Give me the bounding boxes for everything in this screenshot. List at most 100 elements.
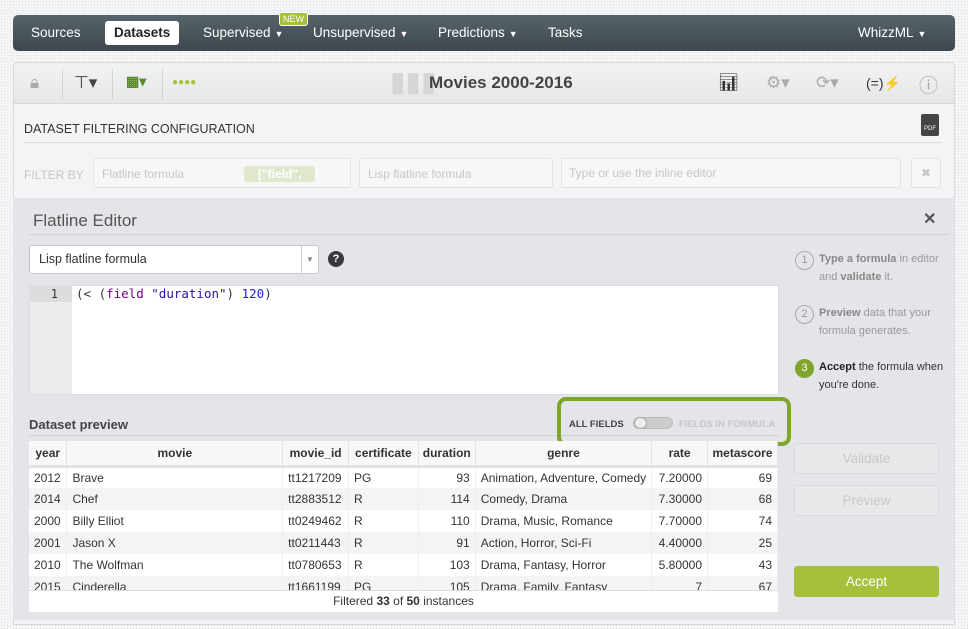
line-gutter: 1 — [30, 286, 72, 394]
pdf-icon[interactable]: PDF — [921, 114, 939, 136]
nav-whizzml[interactable]: WhizzML ▼ — [858, 15, 926, 51]
nav-label: WhizzML — [858, 25, 914, 40]
column-header-rate[interactable]: rate — [651, 441, 709, 468]
nav-supervised[interactable]: Supervised ▼ — [203, 15, 283, 51]
nav-label: Unsupervised — [313, 25, 396, 40]
table-cell: tt1217209 — [282, 466, 350, 488]
divider — [29, 234, 949, 235]
column-header-movie_id[interactable]: movie_id — [282, 441, 350, 468]
footer-text: of — [389, 594, 407, 608]
divider — [162, 69, 163, 99]
caret-down-icon: ▼ — [508, 29, 518, 39]
lightning-cycle-icon[interactable]: ⟳▾ — [816, 73, 839, 93]
nav-tasks[interactable]: Tasks — [548, 15, 583, 51]
preview-button[interactable]: Preview — [794, 485, 939, 516]
divider — [62, 69, 63, 99]
table-cell: tt2883512 — [282, 488, 350, 510]
column-header-metascore[interactable]: metascore — [707, 441, 778, 468]
code-string: "duration" — [151, 286, 227, 301]
lisp-select[interactable]: Lisp flatline formula — [359, 158, 553, 188]
nav-sources[interactable]: Sources — [31, 15, 81, 51]
table-row: 2001 Jason Xtt0211443 R 91 Action, Horror, S… — [29, 532, 778, 554]
formula-type-select[interactable]: Flatline formula ["field", — [93, 158, 351, 188]
table-cell: tt0249462 — [282, 510, 350, 532]
step-number: 2 — [795, 305, 814, 324]
model-tree-icon[interactable]: ⊤▾ — [74, 73, 97, 93]
flatline-icon[interactable]: (=)⚡ — [866, 75, 901, 92]
lock-icon[interactable]: 🔒︎ — [30, 73, 39, 93]
column-header-duration[interactable]: duration — [418, 441, 476, 468]
nav-datasets[interactable]: Datasets — [105, 21, 180, 45]
code-editor[interactable]: 1 (< (field "duration") 120) — [29, 285, 779, 395]
table-cell: 2001 — [29, 532, 68, 554]
table-cell: tt0780653 — [282, 554, 350, 576]
table-cell: Drama, Music, Romance — [475, 510, 653, 532]
table-row: 2000 Billy Elliot tt0249462 R 110 Drama, Musi… — [29, 510, 778, 532]
divider — [112, 69, 113, 99]
code-line[interactable]: (< (field "duration") 120) — [76, 286, 272, 302]
step-3: 3 Accept the formula when you're done. — [795, 358, 945, 394]
table-cell: 69 — [707, 466, 778, 488]
line-number: 1 — [30, 286, 72, 302]
caret-down-icon: ▼ — [917, 29, 927, 39]
step-1: 1 Type a formula in editor and validate i… — [795, 250, 945, 286]
table-cell: 2012 — [29, 466, 68, 488]
column-header-certificate[interactable]: certificate — [348, 441, 419, 468]
code-token: ) — [226, 286, 242, 301]
table-cell: Action, Horror, Sci-Fi — [475, 532, 653, 554]
table-cell: 4.40000 — [651, 532, 709, 554]
column-header-year[interactable]: year — [29, 441, 68, 468]
dataset-title: Movies 2000-2016 — [429, 73, 573, 92]
table-cell: 2000 — [29, 510, 68, 532]
table-cell: 74 — [707, 510, 778, 532]
info-icon[interactable]: ⓘ — [919, 71, 938, 98]
table-cell: R — [348, 510, 419, 532]
column-header-genre[interactable]: genre — [475, 441, 653, 468]
table-cell: R — [348, 488, 419, 510]
validate-button[interactable]: Validate — [794, 443, 939, 474]
filtered-count-value: 33 — [376, 594, 390, 608]
formula-language-select[interactable]: Lisp flatline formula ▼ — [29, 245, 319, 274]
nav-predictions[interactable]: Predictions ▼ — [438, 15, 518, 51]
table-cell: R — [348, 532, 419, 554]
inline-formula-input[interactable]: Type or use the inline editor — [561, 158, 901, 188]
table-cell: 2014 — [29, 488, 68, 510]
help-icon[interactable]: ? — [328, 251, 344, 267]
nav-label: Supervised — [203, 25, 271, 40]
filter-by-label: FILTER BY — [24, 168, 84, 182]
chart-gear-icon[interactable]: 📊︎ — [718, 73, 740, 93]
table-cell: R — [348, 554, 419, 576]
table-cell: PG — [348, 466, 419, 488]
section-title: DATASET FILTERING CONFIGURATION — [24, 122, 255, 136]
dataset-fields-icon[interactable]: ▦▾ — [126, 73, 146, 90]
footer-text: Filtered — [333, 594, 377, 608]
table-cell: 2010 — [29, 554, 68, 576]
gears-icon[interactable]: ⚙▾ — [766, 73, 790, 93]
close-icon[interactable]: ✕ — [923, 209, 936, 229]
table-cell: Animation, Adventure, Comedy — [475, 466, 653, 488]
resource-toolbar: 🔒︎ ⊤▾ ▦▾ ●●●● ▮▮▮ Movies 2000-2016 📊︎ ⚙▾… — [13, 62, 955, 104]
nav-unsupervised[interactable]: Unsupervised ▼ — [313, 15, 408, 51]
table-cell: 91 — [418, 532, 476, 554]
footer-text: instances — [419, 594, 474, 608]
column-header-movie[interactable]: movie — [66, 441, 284, 468]
table-cell: 7.30000 — [651, 488, 709, 510]
table-cell: Chef — [66, 488, 284, 510]
table-cell: tt0211443 — [282, 532, 350, 554]
table-cell: Brave — [66, 466, 284, 488]
accept-button[interactable]: Accept — [794, 566, 939, 597]
table-cell: 25 — [707, 532, 778, 554]
nav-label: Predictions — [438, 25, 505, 40]
highlight-box — [557, 397, 791, 446]
table-cell: 110 — [418, 510, 476, 532]
dataset-preview-label: Dataset preview — [29, 417, 128, 432]
select-value: Flatline formula — [102, 167, 185, 181]
table-cell: Billy Elliot — [66, 510, 284, 532]
clear-icon[interactable]: ✖ — [911, 158, 941, 188]
top-navbar: Sources Datasets Supervised ▼ NEW Unsuper… — [13, 12, 955, 51]
table-row: 2014 Chef tt2883512 R 114 Comedy, Drama 7.3000… — [29, 488, 778, 510]
table-cell: 7.70000 — [651, 510, 709, 532]
caret-down-icon: ▼ — [301, 246, 318, 273]
code-number: 120 — [241, 286, 265, 301]
code-token: (< ( — [76, 286, 107, 301]
